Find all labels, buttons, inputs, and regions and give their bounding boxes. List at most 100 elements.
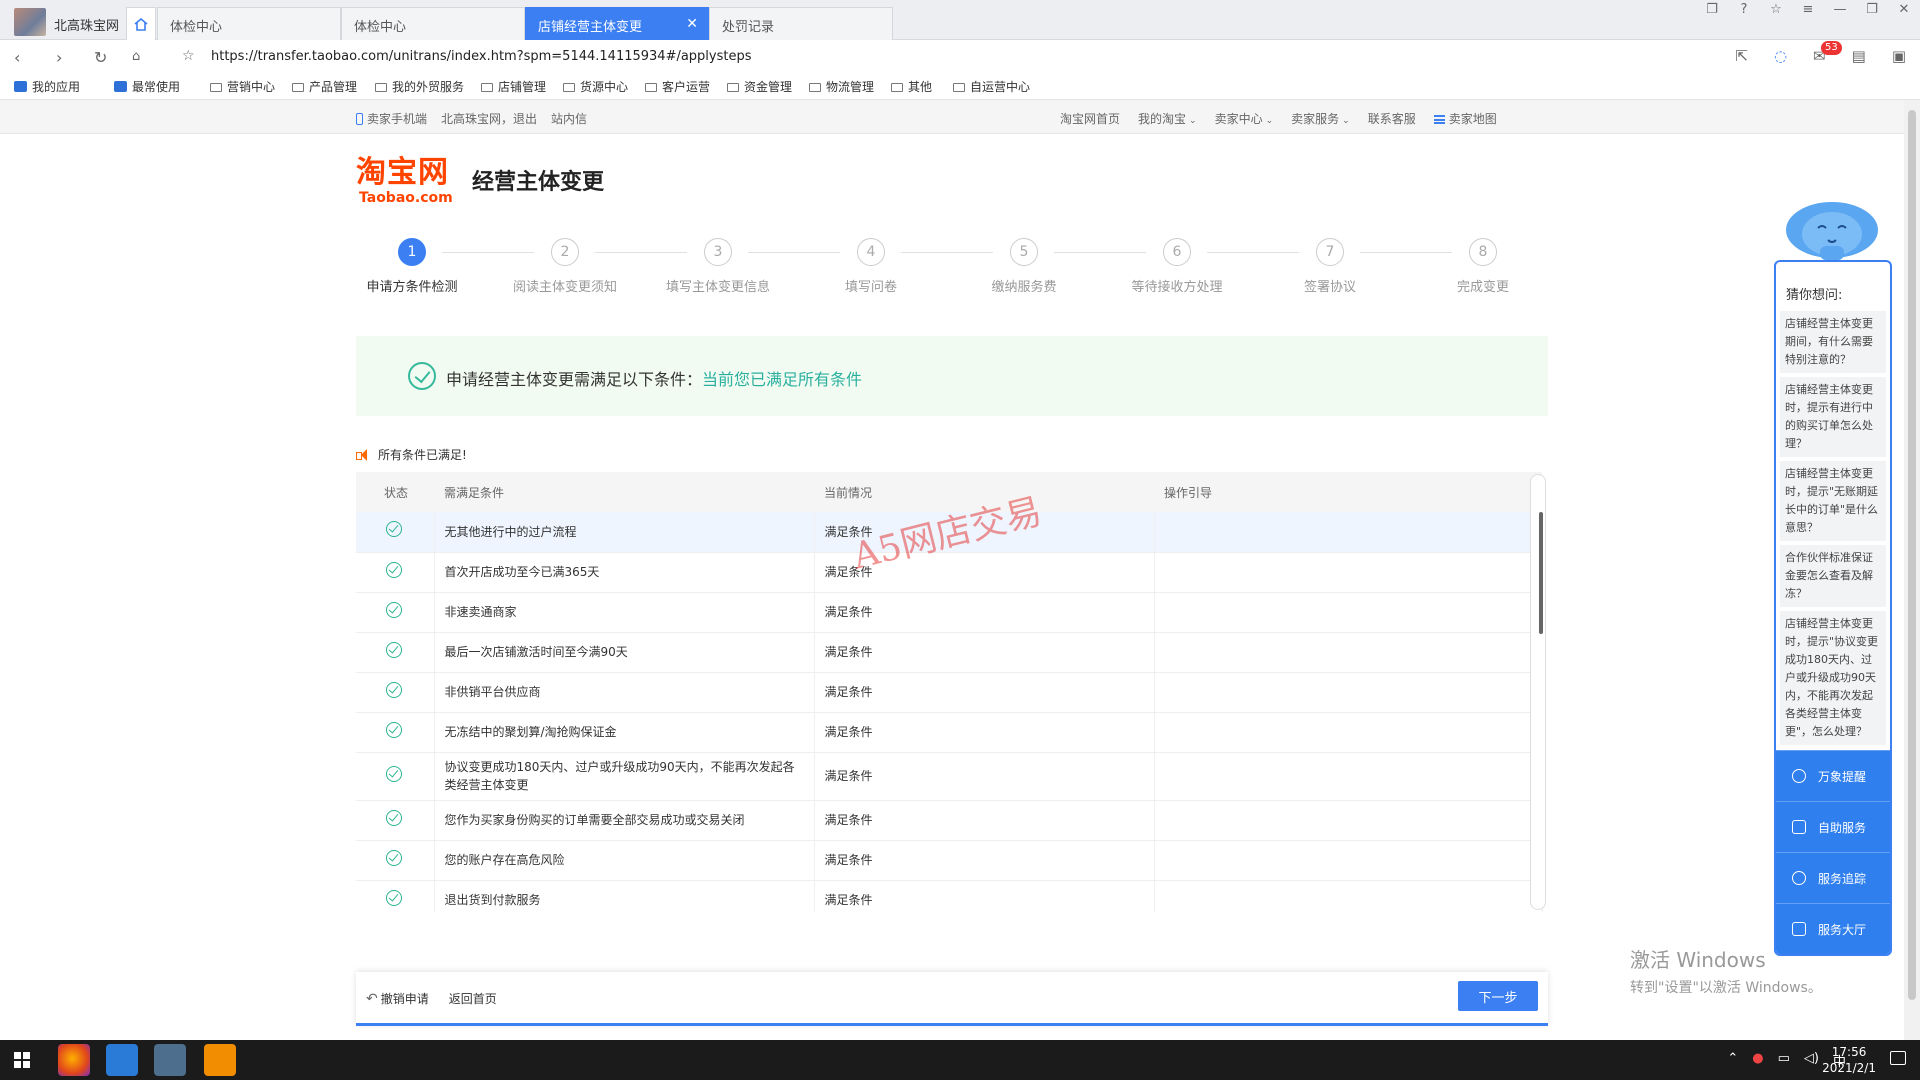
folder-icon (645, 83, 657, 92)
bookmark-folder[interactable]: 其他 (891, 78, 932, 95)
tab-penalty-records[interactable]: 处罚记录 (709, 7, 893, 40)
table-scrollbar[interactable] (1530, 474, 1546, 910)
bookmark-label: 营销中心 (227, 80, 276, 94)
chat-app-icon[interactable] (106, 1044, 138, 1076)
refresh-icon[interactable]: ↻ (94, 48, 107, 67)
help-panel: 猜你想问: 店铺经营主体变更期间，有什么需要特别注意的？ 店铺经营主体变更时，提… (1774, 260, 1892, 956)
reader-icon[interactable]: ▤ (1852, 47, 1866, 65)
volume-icon[interactable]: ◁) (1804, 1051, 1819, 1070)
undo-icon: ↶ (366, 991, 378, 1007)
notice-status-link[interactable]: 当前您已满足所有条件 (702, 370, 862, 389)
bookmark-folder[interactable]: 产品管理 (292, 78, 357, 95)
menu-icon[interactable]: ≡ (1800, 2, 1816, 17)
activation-title: 激活 Windows (1630, 948, 1766, 972)
guide-cell (1154, 800, 1543, 841)
clipboard-icon[interactable]: ❐ (1704, 2, 1720, 17)
security-icon[interactable]: ● (1752, 1051, 1763, 1070)
logo-text: 淘宝网 (356, 155, 449, 190)
bookmark-my-apps[interactable]: 我的应用 (14, 78, 80, 95)
ai-icon[interactable]: ◌ (1774, 47, 1787, 65)
table-row: 无冻结中的聚划算/淘抢购保证金 满足条件 (356, 712, 1543, 753)
mascot-icon[interactable] (1784, 200, 1880, 262)
help-question[interactable]: 店铺经营主体变更时，提示"协议变更成功180天内、过户或升级成功90天内，不能再… (1780, 611, 1886, 745)
help-title: 猜你想问: (1786, 288, 1843, 303)
skin-icon[interactable]: ☆ (1768, 2, 1784, 17)
next-step-button[interactable]: 下一步 (1458, 981, 1538, 1011)
step-number: 7 (1316, 238, 1344, 266)
minimize-icon[interactable]: — (1832, 2, 1848, 17)
notepad-icon[interactable] (154, 1044, 186, 1076)
messages-link[interactable]: 站内信 (551, 110, 587, 127)
tab-health-center-1[interactable]: 体检中心 (157, 7, 341, 40)
help-question[interactable]: 店铺经营主体变更时，提示有进行中的购买订单怎么处理？ (1780, 377, 1886, 457)
table-scroll-thumb[interactable] (1539, 512, 1543, 634)
cancel-application-link[interactable]: ↶ 撤销申请 (366, 990, 429, 1007)
page-title: 经营主体变更 (472, 170, 605, 195)
status-cell: 满足条件 (814, 840, 1155, 881)
help-question[interactable]: 店铺经营主体变更期间，有什么需要特别注意的？ (1780, 311, 1886, 373)
action-footer: ↶ 撤销申请 返回首页 下一步 (356, 972, 1548, 1026)
folder-icon (481, 83, 493, 92)
step-1: 1 申请方条件检测 (352, 238, 472, 295)
back-home-link[interactable]: 返回首页 (449, 990, 497, 1007)
seller-map-link[interactable]: 卖家地图 (1433, 110, 1497, 127)
share-icon[interactable]: ⇱ (1735, 47, 1748, 65)
user-logout-link[interactable]: 北高珠宝网，退出 (441, 110, 537, 127)
bookmark-folder[interactable]: 店铺管理 (481, 78, 546, 95)
close-icon[interactable]: ✕ (686, 16, 698, 32)
status-cell: 满足条件 (814, 712, 1155, 753)
notification-icon[interactable] (1890, 1051, 1906, 1065)
bookmark-folder[interactable]: 营销中心 (210, 78, 275, 95)
extension-icon[interactable]: ▣ (1892, 47, 1906, 65)
progress-steps: 1 申请方条件检测 2 阅读主体变更须知 3 填写主体变更信息 4 填写问卷 5 缴纳服务… (352, 238, 1532, 298)
step-8: 8 完成变更 (1423, 238, 1543, 295)
page-scroll-thumb[interactable] (1908, 110, 1916, 1000)
taobao-logo[interactable]: 淘宝网 Taobao.com (356, 155, 453, 207)
home-tab[interactable] (126, 7, 156, 40)
service-tracking-button[interactable]: 服务追踪 (1776, 852, 1890, 903)
menu-label: 我的淘宝 (1138, 112, 1187, 126)
help-question[interactable]: 店铺经营主体变更时，提示"无账期延长中的订单"是什么意思？ (1780, 461, 1886, 541)
home-page-icon[interactable]: ⌂ (132, 49, 140, 64)
bookmark-star-icon[interactable]: ☆ (182, 48, 195, 64)
bookmark-folder[interactable]: 客户运营 (645, 78, 710, 95)
clock[interactable]: 17:56 2021/2/1 (1822, 1044, 1876, 1076)
reminder-button[interactable]: 万象提醒 (1776, 750, 1890, 801)
help-question[interactable]: 合作伙伴标准保证金要怎么查看及解冻？ (1780, 545, 1886, 607)
bookmark-folder[interactable]: 货源中心 (563, 78, 628, 95)
seller-mobile-link[interactable]: 卖家手机端 (356, 110, 427, 127)
windows-start-icon[interactable] (14, 1052, 30, 1068)
tab-entity-change[interactable]: 店铺经营主体变更 ✕ (525, 7, 709, 40)
seller-service-menu[interactable]: 卖家服务 ⌄ (1291, 110, 1350, 127)
profile-label[interactable]: 北高珠宝网 (54, 15, 119, 34)
forward-icon[interactable]: › (56, 48, 62, 67)
guide-cell (1154, 752, 1543, 801)
self-service-button[interactable]: 自助服务 (1776, 801, 1890, 852)
close-window-icon[interactable]: ✕ (1896, 2, 1912, 17)
profile-avatar[interactable] (14, 8, 46, 36)
my-taobao-menu[interactable]: 我的淘宝 ⌄ (1138, 110, 1197, 127)
chevron-up-icon[interactable]: ⌃ (1727, 1051, 1738, 1070)
contact-service-link[interactable]: 联系客服 (1368, 110, 1416, 127)
taobao-home-link[interactable]: 淘宝网首页 (1060, 110, 1120, 127)
bookmark-most-used[interactable]: 最常使用 (114, 78, 180, 95)
step-label: 阅读主体变更须知 (512, 280, 617, 295)
seller-center-menu[interactable]: 卖家中心 ⌄ (1215, 110, 1274, 127)
network-icon[interactable]: ▭ (1778, 1051, 1790, 1070)
restore-icon[interactable]: ❐ (1864, 2, 1880, 17)
url-field[interactable]: https://transfer.taobao.com/unitrans/ind… (211, 49, 752, 64)
tab-health-center-2[interactable]: 体检中心 (341, 7, 525, 40)
mail-icon[interactable]: ✉ 53 (1813, 41, 1842, 65)
back-icon[interactable]: ‹ (14, 48, 20, 67)
bookmark-folder[interactable]: 资金管理 (727, 78, 792, 95)
chat-icon (1792, 820, 1806, 834)
bookmark-label: 我的应用 (32, 80, 81, 94)
guide-cell (1154, 712, 1543, 753)
help-icon[interactable]: ? (1736, 2, 1752, 17)
bookmark-folder[interactable]: 我的外贸服务 (375, 78, 464, 95)
firefox-icon[interactable] (58, 1044, 90, 1076)
bookmark-folder[interactable]: 物流管理 (809, 78, 874, 95)
bookmark-folder[interactable]: 自运营中心 (953, 78, 1030, 95)
browser-app-icon[interactable] (204, 1044, 236, 1076)
address-bar: ‹ › ↻ ⌂ ☆ https://transfer.taobao.com/un… (0, 40, 1920, 74)
